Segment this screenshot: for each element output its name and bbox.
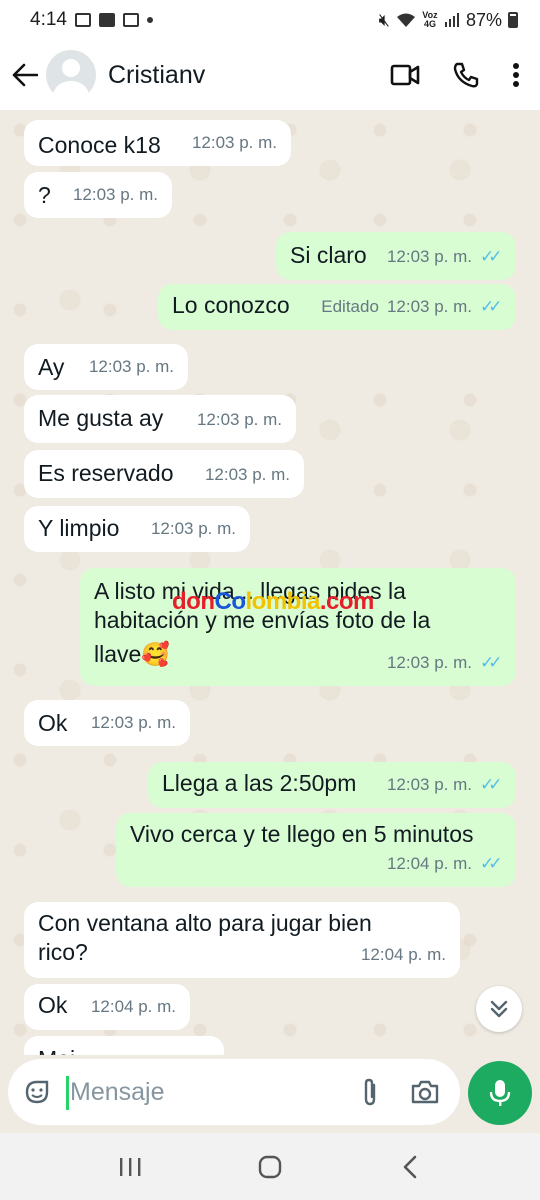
network-label: Voz 4G [422,10,438,29]
message-incoming[interactable]: Mej... [24,1036,224,1055]
message-incoming[interactable]: Y limpio 12:03 p. m. [24,506,250,552]
message-time: 12:03 p. m. [386,297,472,316]
message-incoming[interactable]: ? 12:03 p. m. [24,172,172,218]
message-outgoing[interactable]: Llega a las 2:50pm 12:03 p. m. ✓✓ [148,762,516,808]
message-input-box[interactable]: Mensaje [8,1059,460,1125]
message-time: 12:04 p. m. [386,854,472,873]
screen-notification-icon [122,13,139,27]
battery-icon [508,12,518,28]
message-time: 12:04 p. m. [90,997,176,1016]
mic-button[interactable] [468,1061,532,1125]
home-icon [258,1155,282,1178]
message-time: 12:03 p. m. [88,357,174,376]
avatar[interactable] [46,50,96,100]
contact-name[interactable]: Cristianv [108,61,205,90]
message-incoming[interactable]: Me gusta ay 12:03 p. m. [24,395,296,443]
back-button[interactable] [390,1147,430,1187]
chevron-double-down-icon [490,1000,508,1018]
message-incoming[interactable]: Con ventana alto para jugar bien rico? 1… [24,902,460,978]
message-incoming[interactable]: Es reservado 12:03 p. m. [24,450,304,498]
chat-header: Cristianv [0,40,540,110]
video-call-icon[interactable] [390,63,420,87]
youtube-notification-icon [98,13,115,27]
message-outgoing[interactable]: A listo mi vida... llegas pides la habit… [80,568,516,686]
message-time: 12:04 p. m. [360,945,446,964]
message-incoming[interactable]: Ok 12:04 p. m. [24,984,190,1030]
message-incoming[interactable]: Ok 12:03 p. m. [24,700,190,746]
message-time: 12:03 p. m. [150,519,236,538]
message-time: 12:03 p. m. [191,133,277,152]
gallery-notification-icon [74,13,91,27]
message-outgoing[interactable]: Si claro 12:03 p. m. ✓✓ [276,232,516,280]
message-input[interactable]: Mensaje [66,1075,360,1110]
message-time: 12:03 p. m. [90,713,176,732]
system-nav-bar [0,1133,540,1200]
message-time: 12:03 p. m. [386,247,472,266]
camera-icon[interactable] [410,1079,440,1105]
status-time: 4:14 [30,9,67,30]
back-chevron-icon [403,1155,417,1178]
battery-percent: 87% [465,9,502,30]
recent-apps-icon [120,1157,141,1176]
wifi-icon [396,13,415,27]
attach-icon[interactable] [360,1077,380,1107]
composer-bar: Mensaje [0,1055,540,1133]
message-time: 12:03 p. m. [386,653,472,672]
watermark: donColombia.com [172,588,374,615]
message-outgoing[interactable]: Lo conozco Editado 12:03 p. m. ✓✓ [158,284,516,330]
scroll-to-bottom-button[interactable] [476,986,522,1032]
message-time: 12:03 p. m. [196,410,282,429]
text-cursor [66,1075,69,1110]
read-ticks-icon: ✓✓ [480,653,503,672]
status-bar: 4:14 🔇︎ Voz 4G 87% [0,0,540,40]
message-outgoing[interactable]: Vivo cerca y te llego en 5 minutos 12:04… [116,813,516,887]
home-button[interactable] [250,1147,290,1187]
mute-icon: 🔇︎ [378,9,390,30]
signal-icon [444,13,459,27]
read-ticks-icon: ✓✓ [480,297,503,316]
message-incoming[interactable]: Ay 12:03 p. m. [24,344,188,390]
edited-label: Editado [321,297,379,316]
read-ticks-icon: ✓✓ [480,854,503,873]
mic-icon [489,1080,511,1106]
back-arrow-icon[interactable] [10,55,40,95]
more-notifications-icon [146,17,153,23]
recent-apps-button[interactable] [110,1147,150,1187]
read-ticks-icon: ✓✓ [480,247,503,266]
read-ticks-icon: ✓✓ [480,775,503,794]
message-time: 12:03 p. m. [204,465,290,484]
more-options-icon[interactable] [512,62,520,88]
voice-call-icon[interactable] [452,61,480,89]
sticker-icon[interactable] [22,1077,52,1107]
message-incoming[interactable]: Conoce k18 12:03 p. m. [24,120,291,166]
chat-area[interactable]: Conoce k18 12:03 p. m. ? 12:03 p. m. Si … [0,110,540,1055]
message-time: 12:03 p. m. [386,775,472,794]
message-time: 12:03 p. m. [72,185,158,204]
